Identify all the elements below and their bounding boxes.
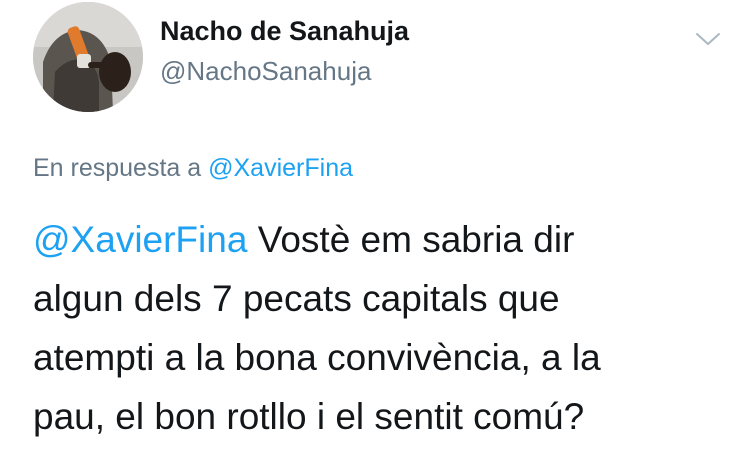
tweet-text-line: algun dels 7 pecats capitals que: [33, 278, 560, 319]
reply-context: En respuesta a @XavierFina: [33, 154, 353, 183]
reply-context-mention-link[interactable]: @XavierFina: [208, 154, 353, 182]
tweet-text-line: pau, el bon rotllo i el sentit comú?: [33, 396, 585, 437]
tweet-text-segment: Vostè em sabria dir: [247, 219, 575, 260]
reply-context-prefix: En respuesta a: [33, 154, 202, 182]
tweet-text-line: @XavierFina Vostè em sabria dir: [33, 210, 733, 269]
tweet-options-button[interactable]: [690, 24, 726, 54]
tweet-text: @XavierFina Vostè em sabria dir algun de…: [33, 210, 733, 446]
chevron-down-icon: [696, 33, 720, 45]
author-avatar[interactable]: [33, 2, 143, 112]
avatar-photo-icon: [33, 2, 143, 112]
tweet-mention-link[interactable]: @XavierFina: [33, 219, 247, 260]
tweet-card: Nacho de Sanahuja @NachoSanahuja En resp…: [0, 0, 749, 473]
tweet-text-line: atempti a la bona convivència, a la: [33, 337, 601, 378]
author-handle[interactable]: @NachoSanahuja: [160, 56, 371, 87]
author-display-name[interactable]: Nacho de Sanahuja: [160, 16, 409, 47]
